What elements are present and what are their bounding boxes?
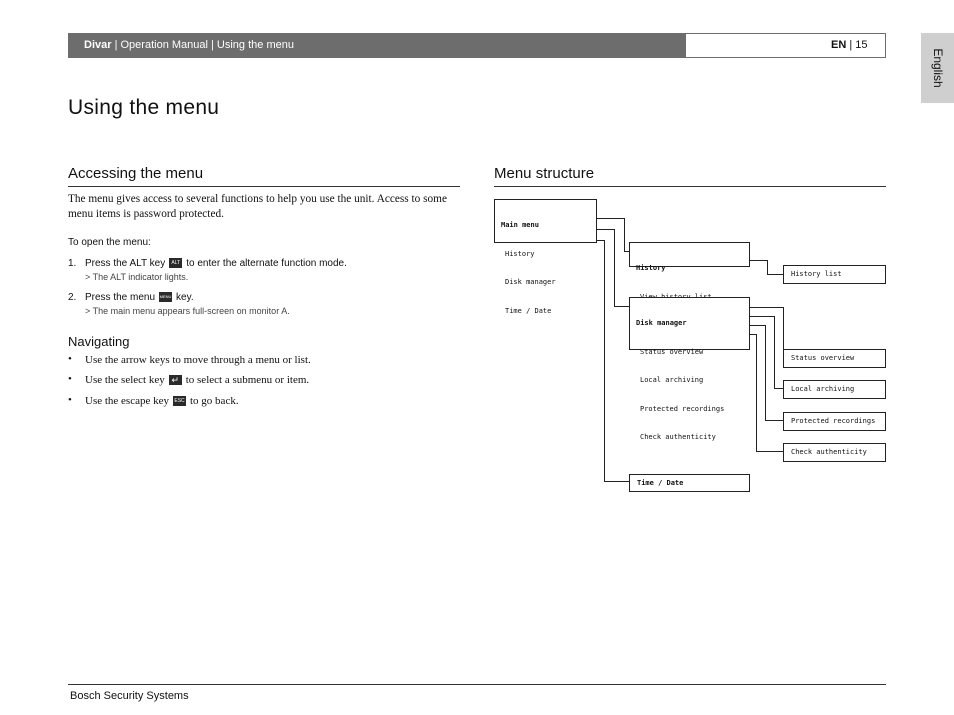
main-menu-box: Main menu History Disk manager Time / Da… [494,199,597,315]
footer-company: Bosch Security Systems [70,690,189,702]
language-tab: English [921,33,954,103]
page-separator: | [846,39,856,51]
main-menu-item-time-date: Time / Date [505,306,552,315]
disk-manager-item-status: Status overview [640,347,704,356]
page-title: Using the menu [68,96,220,119]
step-2-pre: Press the menu [85,292,156,303]
disk-manager-item-local: Local archiving [640,376,704,384]
header-path: | Operation Manual | Using the menu [111,39,294,51]
time-date-box: Time / Date [629,474,750,492]
bullet-2-marker: • [68,373,72,385]
step-2-text: Press the menu MENU key. [85,292,194,303]
menu-structure-heading: Menu structure [494,165,595,182]
connector-status-h1 [749,307,783,308]
connector-protected-h1 [749,325,765,326]
disk-manager-item-check: Check authenticity [640,433,716,441]
step-1-pre: Press the ALT key [85,258,166,269]
bullet-2-pre: Use the select key [85,374,165,386]
step-1-post: to enter the alternate function mode. [186,258,347,269]
connector-protected-h2 [765,420,783,421]
bullet-3-marker: • [68,394,72,406]
history-box: History View history list [629,242,750,301]
connector-history-list-h2 [767,274,783,275]
main-menu-item-disk-manager: Disk manager [505,278,556,286]
bullet-2-text: Use the select key ↵ to select a submenu o… [85,374,309,386]
status-overview-box: Status overview [783,349,886,368]
disk-manager-box: Disk manager Status overview Local archi… [629,297,750,441]
connector-main-history-v [624,218,625,252]
bullet-3-text: Use the escape key ESC to go back. [85,395,239,407]
navigating-heading: Navigating [68,334,130,349]
connector-history-list-h1 [749,260,767,261]
accessing-intro: The menu gives access to several functio… [68,193,447,220]
step-2-result: > The main menu appears full-screen on m… [85,306,290,316]
connector-history-list-v [767,260,768,275]
connector-main-time-h1 [596,240,604,241]
step-2-number: 2. [68,292,77,303]
check-authenticity-box: Check authenticity [783,443,886,462]
bullet-1-pre: Use the arrow keys to move through a men… [85,354,311,366]
history-title: History [636,264,666,272]
local-archiving-box: Local archiving [783,380,886,399]
main-menu-item-history: History [505,249,535,258]
select-key-icon: ↵ [168,375,182,386]
bullet-3-pre: Use the escape key [85,395,169,407]
step-2-post: key. [176,292,194,303]
bullet-2-post: to select a submenu or item. [185,374,310,386]
menu-key-icon: MENU [159,292,173,303]
accessing-heading: Accessing the menu [68,165,204,182]
header-bar: Divar | Operation Manual | Using the men… [68,33,686,58]
alt-key-icon: ALT [169,258,183,269]
connector-main-time-v [604,240,605,482]
connector-main-disk-h1 [596,229,614,230]
connector-protected-v [765,325,766,421]
connector-local-h2 [774,388,783,389]
to-open-label: To open the menu: [68,237,151,248]
step-1-number: 1. [68,258,77,269]
step-1-result: > The ALT indicator lights. [85,272,189,282]
connector-main-history-h1 [596,218,624,219]
connector-main-time-h2 [604,481,629,482]
escape-key-icon: ESC [173,396,186,407]
main-menu-title: Main menu [501,221,539,229]
bullet-1-marker: • [68,353,72,365]
header-brand: Divar [84,39,112,51]
history-list-box: History list [783,265,886,284]
connector-local-v [774,316,775,389]
disk-manager-title: Disk manager [636,319,687,327]
bullet-3-post: to go back. [190,395,239,407]
accessing-rule [68,186,460,187]
page-number: 15 [855,39,868,51]
language-tab-label: English [930,48,945,88]
step-1-text: Press the ALT key ALT to enter the alterna… [85,258,347,269]
disk-manager-item-protected: Protected recordings [640,404,725,413]
page-indicator: EN | 15 [686,33,886,58]
menu-structure-rule [494,186,886,187]
bullet-1-text: Use the arrow keys to move through a men… [85,354,311,366]
connector-check-v [756,334,757,452]
connector-local-h1 [749,316,774,317]
language-code: EN [831,39,847,51]
connector-main-disk-v [614,229,615,307]
protected-recordings-box: Protected recordings [783,412,886,431]
connector-check-h1 [749,334,756,335]
connector-main-disk-h2 [614,306,629,307]
footer-rule [68,684,886,685]
connector-check-h2 [756,451,783,452]
connector-status-v [783,307,784,351]
